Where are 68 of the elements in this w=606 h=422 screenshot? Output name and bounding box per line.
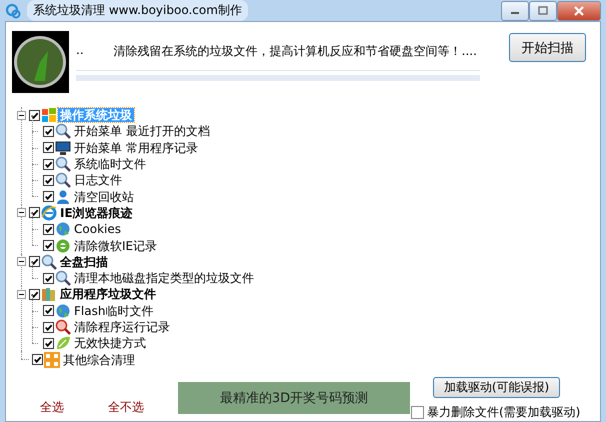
- close-button[interactable]: [557, 1, 601, 21]
- checkbox[interactable]: [43, 240, 54, 252]
- windows-flag-icon: [41, 107, 57, 124]
- magnifier-icon: [55, 156, 71, 172]
- maximize-icon: [538, 6, 548, 16]
- squares-icon: [44, 352, 60, 368]
- books-icon: [41, 286, 57, 302]
- tree-item[interactable]: 清理本地磁盘指定类型的垃圾文件: [72, 271, 256, 286]
- tree-item[interactable]: 清除微软IE记录: [72, 238, 160, 253]
- checkbox[interactable]: [43, 224, 54, 235]
- checkbox-label: 暴力删除文件(需要加载驱动): [427, 404, 580, 421]
- magnifier-icon: [55, 172, 71, 188]
- collapse-toggle[interactable]: [17, 290, 26, 299]
- window-title: 系统垃圾清理 www.boyiboo.com制作: [27, 0, 248, 21]
- e-logo-icon: [55, 238, 71, 254]
- minimize-button[interactable]: [501, 1, 529, 21]
- collapse-toggle[interactable]: [17, 257, 26, 266]
- checkbox[interactable]: [29, 288, 40, 300]
- start-scan-button[interactable]: 开始扫描: [509, 33, 586, 62]
- checkbox[interactable]: [43, 272, 54, 284]
- load-driver-button[interactable]: 加载驱动(可能误报): [433, 376, 560, 398]
- tree-item[interactable]: IE浏览器痕迹: [58, 206, 135, 220]
- checkbox[interactable]: [43, 322, 54, 332]
- checkbox[interactable]: [29, 207, 40, 218]
- leaf-icon: [55, 335, 71, 352]
- radar-icon: [12, 31, 69, 93]
- tree-item[interactable]: 全盘扫描: [58, 254, 110, 269]
- checkbox[interactable]: [43, 142, 54, 154]
- dots-text: ..: [76, 43, 84, 59]
- tree-item[interactable]: 清除程序运行记录: [72, 320, 172, 334]
- maximize-button[interactable]: [529, 1, 557, 21]
- checkbox[interactable]: [43, 191, 54, 202]
- select-all-link[interactable]: 全选: [40, 398, 64, 416]
- magnifier-icon: [55, 123, 71, 140]
- checkbox[interactable]: [43, 158, 54, 170]
- person-icon: [55, 188, 71, 205]
- checkbox[interactable]: [29, 110, 40, 121]
- description-text: 清除残留在系统的垃圾文件，提高计算机反应和节省硬盘空间等！....: [114, 43, 477, 60]
- magnifier-icon: [55, 319, 71, 335]
- checkbox[interactable]: [43, 338, 54, 349]
- close-icon: [574, 6, 584, 16]
- ad-banner[interactable]: 最精准的3D开奖号码预测: [178, 382, 410, 414]
- e-logo-icon: [41, 204, 57, 221]
- tree-item[interactable]: Cookies: [72, 222, 123, 236]
- tree-item[interactable]: Flash临时文件: [72, 304, 156, 318]
- checkbox[interactable]: [32, 354, 43, 366]
- globe-icon: [55, 302, 71, 319]
- checkbox[interactable]: [411, 406, 424, 419]
- tree-item[interactable]: 其他综合清理: [61, 352, 137, 367]
- select-none-link[interactable]: 全不选: [108, 398, 144, 416]
- tree-item[interactable]: 系统临时文件: [72, 157, 148, 172]
- app-icon: [5, 2, 21, 18]
- tree-item[interactable]: 应用程序垃圾文件: [58, 287, 158, 302]
- globe-icon: [55, 221, 71, 238]
- checkbox[interactable]: [29, 256, 40, 268]
- collapse-toggle[interactable]: [17, 110, 26, 120]
- tree-item[interactable]: 清空回收站: [72, 190, 136, 204]
- monitor-icon: [55, 140, 71, 156]
- checkbox[interactable]: [43, 305, 54, 316]
- magnifier-icon: [55, 270, 71, 286]
- tree-item[interactable]: 日志文件: [72, 173, 124, 188]
- collapse-toggle[interactable]: [17, 208, 26, 218]
- tree-item[interactable]: 开始菜单 最近打开的文档: [72, 124, 212, 138]
- magnifier-icon: [41, 254, 57, 270]
- checkbox[interactable]: [43, 174, 54, 186]
- checkbox[interactable]: [43, 126, 54, 137]
- tree-item[interactable]: 无效快捷方式: [72, 336, 148, 350]
- tree-item[interactable]: 开始菜单 常用程序记录: [72, 140, 200, 155]
